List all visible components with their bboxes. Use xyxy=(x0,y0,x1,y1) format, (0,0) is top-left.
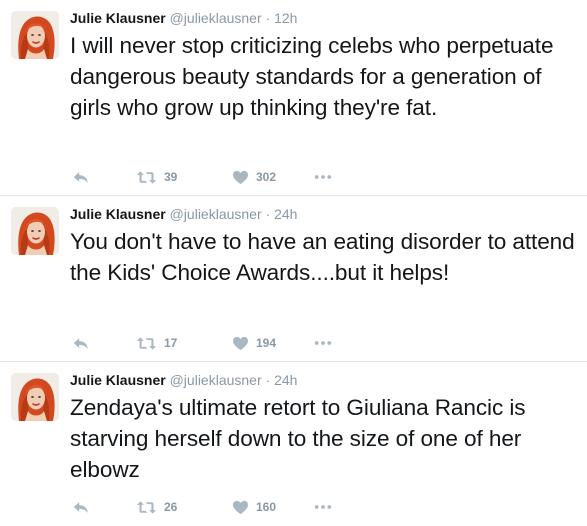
tweet-timestamp[interactable]: 12h xyxy=(274,10,297,26)
author-handle[interactable]: @julieklausner xyxy=(170,10,262,26)
profile-photo-icon xyxy=(11,11,59,59)
reply-icon xyxy=(72,336,90,351)
retweet-button[interactable]: 17 xyxy=(136,334,177,352)
like-count: 302 xyxy=(256,170,277,184)
author-handle[interactable]: @julieklausner xyxy=(170,206,262,222)
more-button[interactable] xyxy=(314,334,332,352)
separator-dot: · xyxy=(265,10,271,26)
reply-button[interactable] xyxy=(72,498,90,516)
like-button[interactable]: 160 xyxy=(232,498,276,516)
heart-icon xyxy=(232,336,249,351)
tweet-header: Julie Klausner @julieklausner · 12h xyxy=(70,9,297,27)
author-name[interactable]: Julie Klausner xyxy=(70,10,166,26)
tweet[interactable]: Julie Klausner @julieklausner · 12h I wi… xyxy=(0,0,587,196)
retweet-count: 17 xyxy=(164,336,178,350)
tweet-header: Julie Klausner @julieklausner · 24h xyxy=(70,371,297,389)
tweet-text: Zendaya's ultimate retort to Giuliana Ra… xyxy=(70,395,526,482)
tweet-text: I will never stop criticizing celebs who… xyxy=(70,33,554,120)
retweet-button[interactable]: 39 xyxy=(136,168,177,186)
retweet-count: 39 xyxy=(164,170,178,184)
more-icon xyxy=(314,504,332,510)
reply-button[interactable] xyxy=(72,168,90,186)
avatar[interactable] xyxy=(11,207,59,255)
separator-dot: · xyxy=(265,372,271,388)
more-icon xyxy=(314,174,332,180)
heart-icon xyxy=(232,170,249,185)
retweet-icon xyxy=(136,500,157,515)
more-icon xyxy=(314,340,332,346)
heart-icon xyxy=(232,500,249,515)
author-name[interactable]: Julie Klausner xyxy=(70,372,166,388)
profile-photo-icon xyxy=(11,373,59,421)
like-count: 194 xyxy=(256,336,277,350)
more-button[interactable] xyxy=(314,498,332,516)
avatar[interactable] xyxy=(11,11,59,59)
tweet-timeline: Julie Klausner @julieklausner · 12h I wi… xyxy=(0,0,587,526)
tweet-text: You don't have to have an eating disorde… xyxy=(70,229,575,285)
tweet-header: Julie Klausner @julieklausner · 24h xyxy=(70,205,297,223)
tweet-timestamp[interactable]: 24h xyxy=(274,206,297,222)
reply-icon xyxy=(72,170,90,185)
retweet-count: 26 xyxy=(164,500,178,514)
like-count: 160 xyxy=(256,500,277,514)
reply-icon xyxy=(72,500,90,515)
retweet-icon xyxy=(136,336,157,351)
tweet-timestamp[interactable]: 24h xyxy=(274,372,297,388)
author-handle[interactable]: @julieklausner xyxy=(170,372,262,388)
like-button[interactable]: 194 xyxy=(232,334,276,352)
author-name[interactable]: Julie Klausner xyxy=(70,206,166,222)
like-button[interactable]: 302 xyxy=(232,168,276,186)
profile-photo-icon xyxy=(11,207,59,255)
reply-button[interactable] xyxy=(72,334,90,352)
more-button[interactable] xyxy=(314,168,332,186)
avatar[interactable] xyxy=(11,373,59,421)
separator-dot: · xyxy=(265,206,271,222)
tweet[interactable]: Julie Klausner @julieklausner · 24h You … xyxy=(0,196,587,362)
retweet-icon xyxy=(136,170,157,185)
tweet[interactable]: Julie Klausner @julieklausner · 24h Zend… xyxy=(0,362,587,526)
retweet-button[interactable]: 26 xyxy=(136,498,177,516)
